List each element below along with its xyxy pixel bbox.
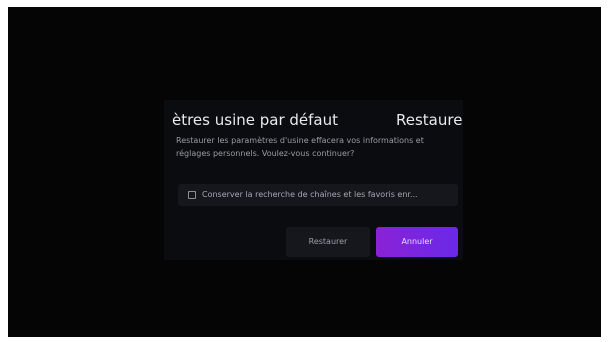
dialog-message: Restaurer les paramètres d'usine effacer… [176,136,424,158]
dialog-title: ètres usine par défaut [171,111,338,129]
keep-channels-label: Conserver la recherche de chaînes et les… [202,190,418,199]
keep-channels-option[interactable]: Conserver la recherche de chaînes et les… [178,184,458,206]
dialog-title-overflow: Restaure [396,111,463,129]
dialog-title-row: ètres usine par défaut Restaure [164,108,463,132]
tv-screen: ètres usine par défaut Restaure Restaure… [8,7,601,337]
restore-button[interactable]: Restaurer [286,227,370,257]
cancel-button[interactable]: Annuler [376,227,458,257]
checkbox-icon[interactable] [188,191,196,199]
factory-reset-dialog: ètres usine par défaut Restaure Restaure… [164,100,463,260]
